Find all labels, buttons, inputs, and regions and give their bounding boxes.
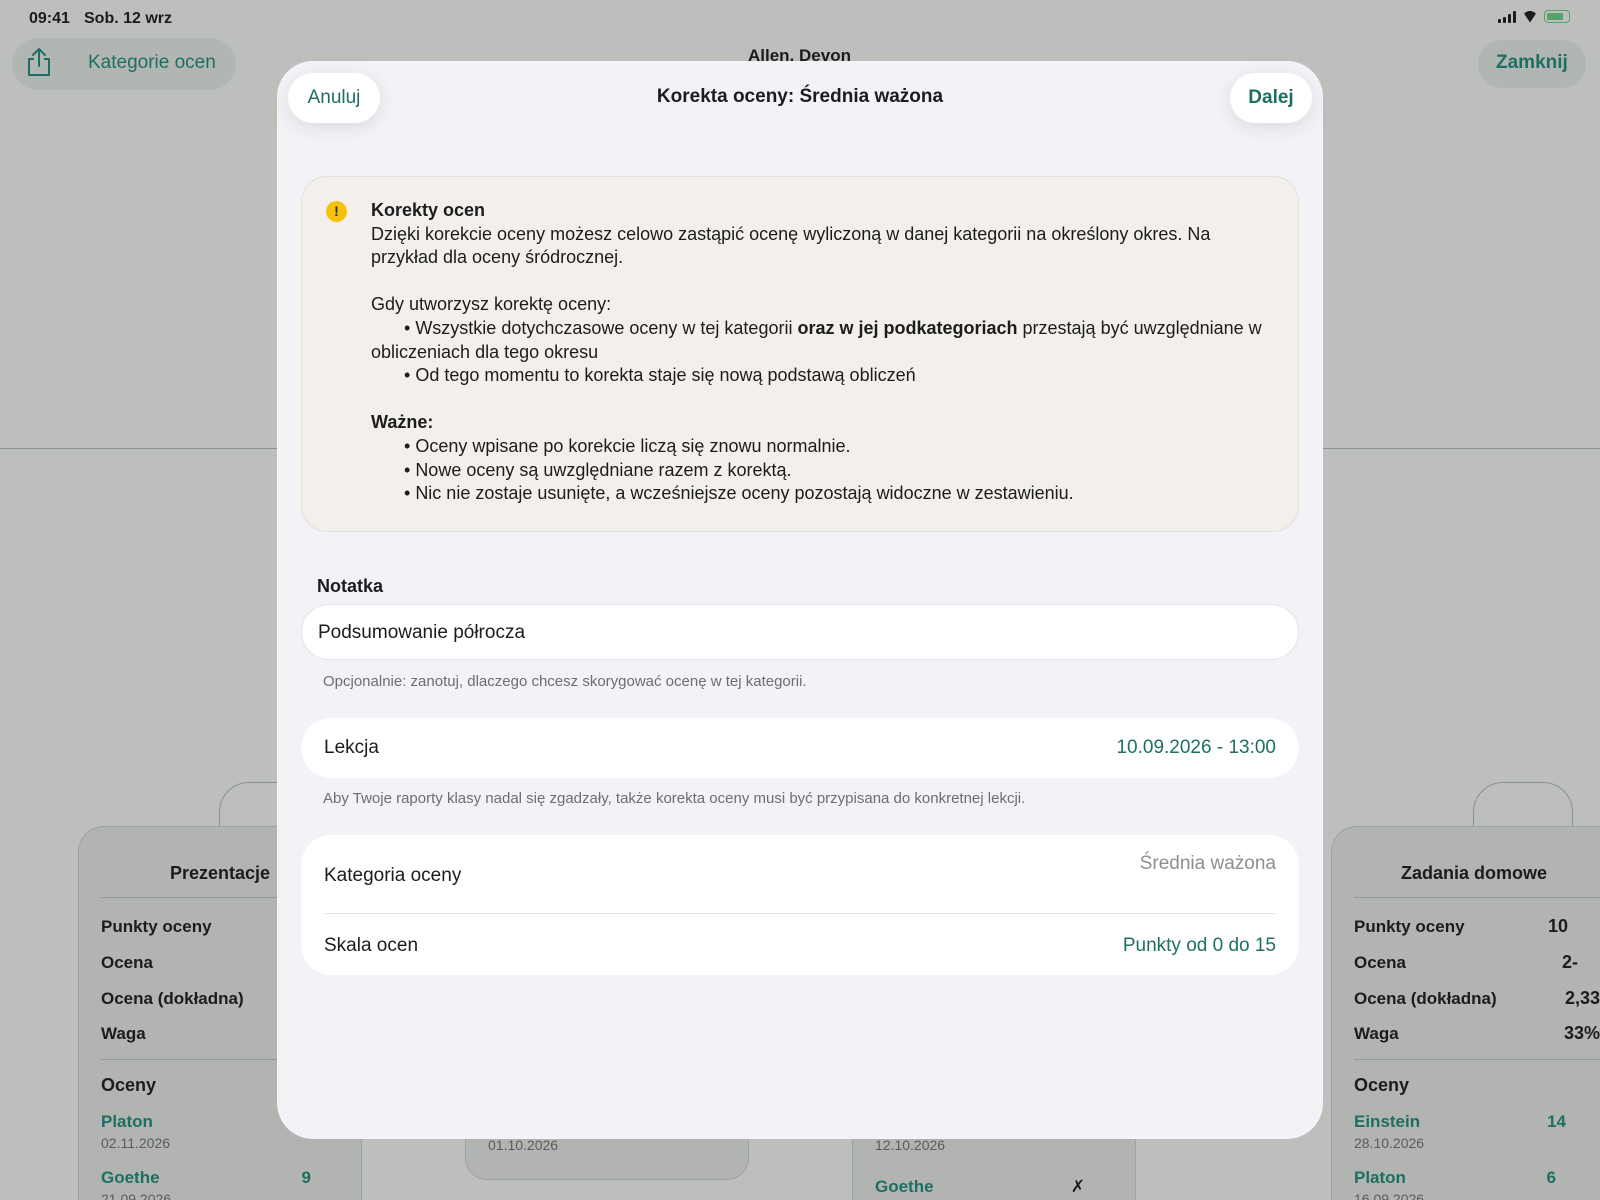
warning-icon: !	[326, 201, 347, 222]
grade-student-name[interactable]: Goethe	[875, 1177, 934, 1197]
info-bullet: Od tego momentu to korekta staje się now…	[371, 364, 1271, 388]
grades-header: Oceny	[101, 1075, 157, 1095]
card-row-label: Ocena	[1354, 953, 1406, 972]
grades-header: Oceny	[1354, 1075, 1410, 1095]
grade-date: 01.10.2026	[488, 1137, 559, 1153]
grade-date: 28.10.2026	[1354, 1135, 1425, 1151]
grade-categories-button[interactable]: Kategorie ocen	[88, 52, 216, 74]
grade-student-name[interactable]: Einstein	[1354, 1112, 1420, 1132]
next-button[interactable]: Dalej	[1230, 73, 1312, 123]
cellular-signal-icon	[1498, 10, 1516, 23]
info-bullet: Nowe oceny są uwzględniane razem z korek…	[371, 459, 1271, 483]
card-row-value: 2,33	[1564, 988, 1600, 1008]
card-row-label: Ocena (dokładna)	[101, 989, 244, 1008]
info-important: Ważne:	[371, 412, 434, 433]
divider	[1354, 1059, 1600, 1060]
grade-value: 9	[301, 1168, 311, 1187]
grade-student-name[interactable]: Platon	[101, 1112, 153, 1132]
note-input[interactable]: Podsumowanie półrocza	[301, 604, 1299, 660]
card-title: Zadania domowe	[1400, 863, 1548, 883]
card-row-label: Punkty oceny	[1354, 917, 1465, 936]
info-intro: Dzięki korekcie oceny możesz celowo zast…	[371, 223, 1211, 268]
lesson-row[interactable]: Lekcja 10.09.2026 - 13:00	[301, 718, 1299, 778]
settings-group: Kategoria oceny Średnia ważona Skala oce…	[301, 835, 1299, 975]
info-bullet: Oceny wpisane po korekcie liczą się znow…	[371, 435, 1271, 459]
card-tab	[1473, 782, 1573, 832]
close-button[interactable]: Zamknij	[1496, 52, 1568, 74]
note-section-header: Notatka	[317, 576, 384, 596]
divider	[324, 913, 1276, 914]
grade-date: 16.09.2026	[1354, 1191, 1425, 1200]
grade-value: ✗	[1070, 1177, 1085, 1196]
card-row-label: Ocena (dokładna)	[1354, 989, 1497, 1008]
lesson-value[interactable]: 10.09.2026 - 13:00	[1116, 737, 1276, 759]
card-row-label: Ocena	[101, 953, 153, 972]
status-time: 09:41	[29, 10, 70, 27]
note-input-value: Podsumowanie półrocza	[318, 622, 526, 643]
grade-category-value: Średnia ważona	[1139, 853, 1276, 874]
divider	[0, 448, 280, 449]
status-bar: 09:41 Sob. 12 wrz	[0, 0, 1600, 36]
card-row-value: 33%	[1563, 1023, 1600, 1043]
grade-scale-label: Skala ocen	[324, 935, 419, 956]
grade-correction-sheet: Anuluj Korekta oceny: Średnia ważona Dal…	[277, 61, 1323, 1139]
info-callout: ! Korekty ocen Dzięki korekcie oceny moż…	[301, 176, 1299, 532]
grade-scale-value[interactable]: Punkty od 0 do 15	[1123, 935, 1276, 957]
status-date: Sob. 12 wrz	[84, 10, 173, 27]
grade-value: 6	[1546, 1168, 1556, 1187]
status-icons	[1498, 10, 1570, 23]
card-row-value: 10	[1547, 916, 1568, 936]
grade-date: 21.09.2026	[101, 1191, 172, 1200]
sheet-title: Korekta oceny: Średnia ważona	[656, 86, 944, 107]
share-icon[interactable]	[26, 47, 52, 77]
divider	[1354, 897, 1600, 898]
info-bullet: Nic nie zostaje usunięte, a wcześniejsze…	[371, 482, 1271, 506]
wifi-icon	[1522, 11, 1538, 23]
grade-student-name[interactable]: Goethe	[101, 1168, 160, 1188]
info-when-created: Gdy utworzysz korektę oceny:	[371, 294, 612, 315]
grade-date: 12.10.2026	[875, 1137, 946, 1153]
divider	[1320, 448, 1600, 449]
info-content: Korekty ocen Dzięki korekcie oceny możes…	[371, 199, 1271, 506]
card-row-value: 2-	[1561, 952, 1578, 972]
note-footnote: Opcjonalnie: zanotuj, dlaczego chcesz sk…	[323, 673, 807, 690]
category-card-homework[interactable]: ••• Zadania domowe Punkty oceny 10 Ocena…	[1331, 826, 1600, 1200]
card-row-label: Waga	[101, 1024, 146, 1043]
card-row-label: Waga	[1354, 1024, 1399, 1043]
info-bullet: Wszystkie dotychczasowe oceny w tej kate…	[371, 317, 1271, 364]
grade-date: 02.11.2026	[101, 1135, 171, 1151]
lesson-footnote: Aby Twoje raporty klasy nadal się zgadza…	[323, 790, 1026, 807]
grade-student-name[interactable]: Platon	[1354, 1168, 1406, 1188]
lesson-label: Lekcja	[324, 737, 379, 758]
info-title: Korekty ocen	[371, 200, 486, 220]
grade-value: 14	[1547, 1112, 1566, 1131]
card-row-label: Punkty oceny	[101, 917, 212, 936]
grade-category-label: Kategoria oceny	[324, 865, 462, 886]
battery-icon	[1544, 10, 1570, 23]
